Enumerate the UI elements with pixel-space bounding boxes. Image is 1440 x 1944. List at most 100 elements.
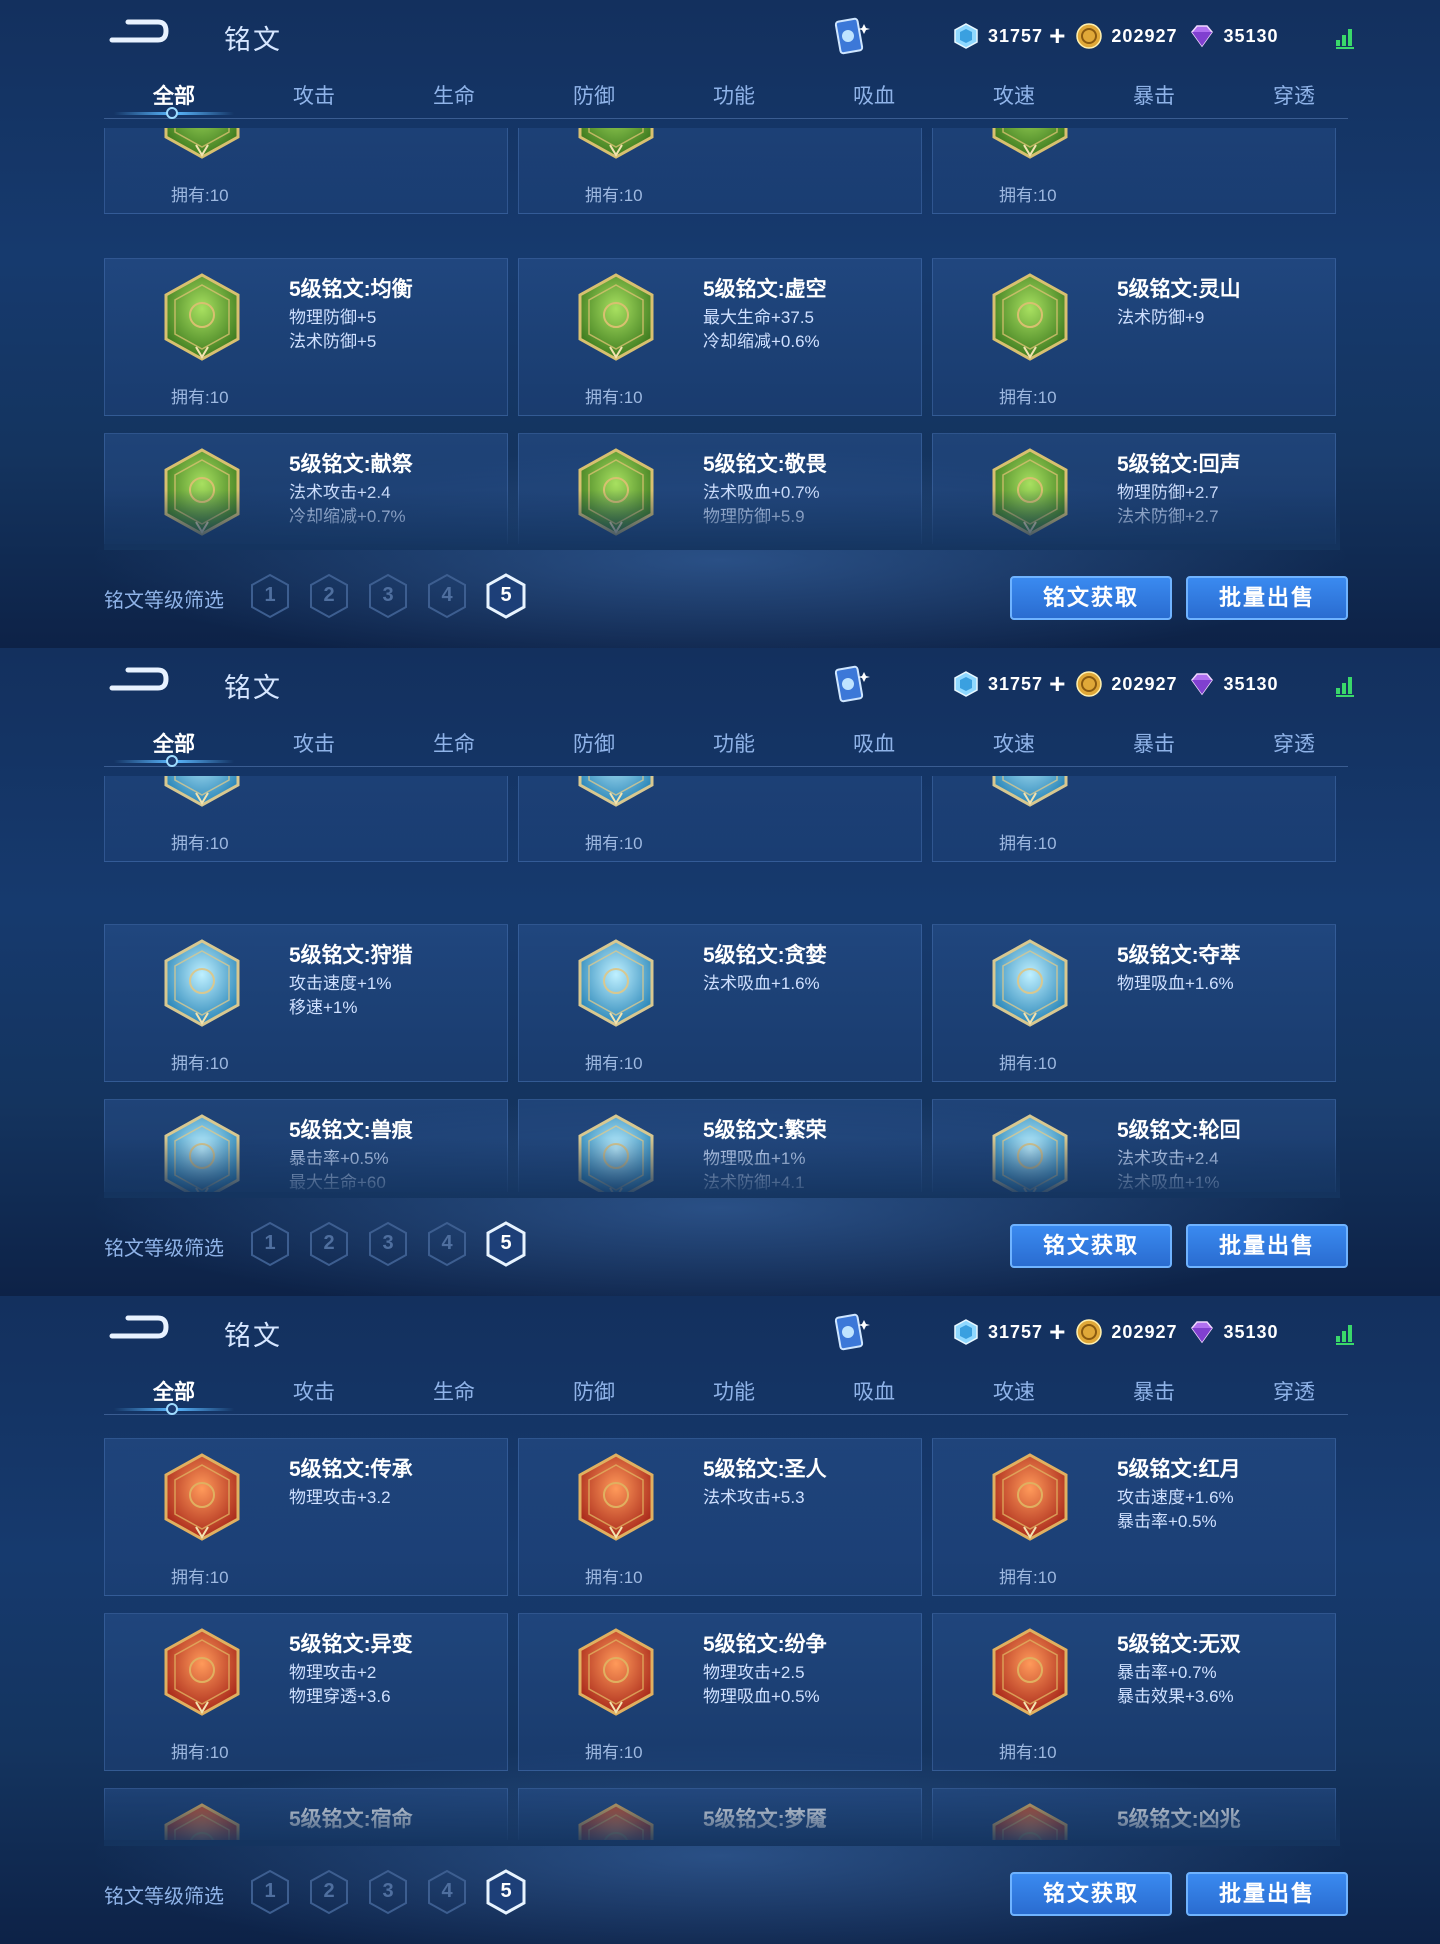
tab-3[interactable]: 生命 xyxy=(394,80,514,110)
tab-6[interactable]: 吸血 xyxy=(814,728,934,758)
tab-2[interactable]: 攻击 xyxy=(254,1376,374,1406)
rune-grid[interactable]: 攻击速度+0.6%法术穿透+6.4拥有:10冷却缩减+1%拥有:10物理防御+9… xyxy=(104,128,1340,544)
back-arrow-icon[interactable] xyxy=(104,664,170,698)
level-filter-4[interactable]: 4 xyxy=(425,572,469,620)
rune-name: 5级铭文:宿命 xyxy=(289,1808,413,1831)
tab-1[interactable]: 全部 xyxy=(114,80,234,110)
rune-card[interactable]: 5级铭文:凶兆 xyxy=(932,1788,1336,1840)
rune-card[interactable]: 5级铭文:狩猎 攻击速度+1% 移速+1% 拥有:10 xyxy=(104,924,508,1082)
rune-grid[interactable]: 拥有:10 拥有:10 拥有:10 5级铭文:狩猎 攻击速度+1% 移速+1% 拥有:10 5… xyxy=(104,776,1340,1192)
back-arrow-icon[interactable] xyxy=(104,1312,170,1346)
rune-stat: 法术防御+4.1 xyxy=(703,1173,805,1192)
rune-card[interactable]: 5级铭文:宿命 xyxy=(104,1788,508,1840)
tab-8[interactable]: 暴击 xyxy=(1094,80,1214,110)
tab-5[interactable]: 功能 xyxy=(674,80,794,110)
rune-card-icon[interactable] xyxy=(826,14,876,60)
rune-name: 5级铭文:异变 xyxy=(289,1633,413,1656)
active-tab-dot xyxy=(166,1403,178,1415)
currency-value: 202927 xyxy=(1111,673,1178,694)
signal-icon xyxy=(1336,1325,1354,1345)
level-filter-4[interactable]: 4 xyxy=(425,1868,469,1916)
rune-card[interactable]: 5级铭文:梦魇 xyxy=(518,1788,922,1840)
level-filter-5[interactable]: 5 xyxy=(484,1868,528,1916)
rune-card[interactable]: 5级铭文:异变 物理攻击+2 物理穿透+3.6 拥有:10 xyxy=(104,1613,508,1771)
rune-card[interactable]: 5级铭文:传承 物理攻击+3.2 拥有:10 xyxy=(104,1438,508,1596)
rune-card[interactable]: 5级铭文:轮回法术攻击+2.4法术吸血+1%拥有:3 xyxy=(932,1099,1336,1192)
tab-6[interactable]: 吸血 xyxy=(814,1376,934,1406)
rune-card[interactable]: 5级铭文:贪婪 法术吸血+1.6% 拥有:10 xyxy=(518,924,922,1082)
tab-9[interactable]: 穿透 xyxy=(1234,80,1354,110)
rune-card[interactable]: 5级铭文:敬畏 法术吸血+0.7% 物理防御+5.9 xyxy=(518,433,922,544)
rune-stat: 暴击率+0.5% xyxy=(289,1149,389,1168)
level-filter-5[interactable]: 5 xyxy=(484,572,528,620)
owned-count: 拥有:10 xyxy=(585,834,643,853)
rune-card-icon[interactable] xyxy=(826,662,876,708)
tab-4[interactable]: 防御 xyxy=(534,1376,654,1406)
tab-1[interactable]: 全部 xyxy=(114,728,234,758)
level-filter-2[interactable]: 2 xyxy=(307,572,351,620)
tab-6[interactable]: 吸血 xyxy=(814,80,934,110)
get-rune-button[interactable]: 铭文获取 xyxy=(1010,576,1172,620)
rune-card[interactable]: 5级铭文:夺萃 物理吸血+1.6% 拥有:10 xyxy=(932,924,1336,1082)
level-filter-3[interactable]: 3 xyxy=(366,572,410,620)
rune-card[interactable]: 5级铭文:均衡 物理防御+5 法术防御+5 拥有:10 xyxy=(104,258,508,416)
level-filter-1[interactable]: 1 xyxy=(248,572,292,620)
rune-card[interactable]: 5级铭文:无双 暴击率+0.7% 暴击效果+3.6% 拥有:10 xyxy=(932,1613,1336,1771)
rune-card[interactable]: 5级铭文:回声 物理防御+2.7 法术防御+2.7 xyxy=(932,433,1336,544)
tab-2[interactable]: 攻击 xyxy=(254,728,374,758)
level-filter-1[interactable]: 1 xyxy=(248,1868,292,1916)
level-filter-1[interactable]: 1 xyxy=(248,1220,292,1268)
level-filter-3[interactable]: 3 xyxy=(366,1868,410,1916)
rune-card-icon[interactable] xyxy=(826,1310,876,1356)
level-filter-5[interactable]: 5 xyxy=(484,1220,528,1268)
rune-card[interactable]: 5级铭文:兽痕暴击率+0.5%最大生命+60拥有:10 xyxy=(104,1099,508,1192)
rune-grid[interactable]: 5级铭文:传承 物理攻击+3.2 拥有:10 5级铭文:圣人 法术攻击+5.3 拥有:10… xyxy=(104,1424,1340,1840)
get-rune-button[interactable]: 铭文获取 xyxy=(1010,1224,1172,1268)
rune-card[interactable]: 物理防御+9拥有:10 xyxy=(932,128,1336,214)
tab-9[interactable]: 穿透 xyxy=(1234,728,1354,758)
tab-5[interactable]: 功能 xyxy=(674,728,794,758)
tab-5[interactable]: 功能 xyxy=(674,1376,794,1406)
rune-card[interactable]: 5级铭文:红月 攻击速度+1.6% 暴击率+0.5% 拥有:10 xyxy=(932,1438,1336,1596)
rune-card[interactable]: 拥有:10 xyxy=(518,776,922,862)
back-arrow-icon[interactable] xyxy=(104,16,170,50)
level-filter-4[interactable]: 4 xyxy=(425,1220,469,1268)
owned-count: 拥有:10 xyxy=(585,1568,643,1587)
level-filter-2[interactable]: 2 xyxy=(307,1868,351,1916)
rune-card[interactable]: 冷却缩减+1%拥有:10 xyxy=(518,128,922,214)
level-filter-3[interactable]: 3 xyxy=(366,1220,410,1268)
tab-3[interactable]: 生命 xyxy=(394,728,514,758)
bulk-sell-button[interactable]: 批量出售 xyxy=(1186,1224,1348,1268)
rune-card[interactable]: 5级铭文:圣人 法术攻击+5.3 拥有:10 xyxy=(518,1438,922,1596)
tab-9[interactable]: 穿透 xyxy=(1234,1376,1354,1406)
tab-8[interactable]: 暴击 xyxy=(1094,728,1214,758)
rune-name: 5级铭文:均衡 xyxy=(289,278,413,301)
rune-screen: 铭文31757+20292735130全部攻击生命防御功能吸血攻速暴击穿透攻击速… xyxy=(0,0,1440,648)
tab-7[interactable]: 攻速 xyxy=(954,1376,1074,1406)
tab-2[interactable]: 攻击 xyxy=(254,80,374,110)
rune-card[interactable]: 拥有:10 xyxy=(932,776,1336,862)
tab-1[interactable]: 全部 xyxy=(114,1376,234,1406)
rune-card[interactable]: 5级铭文:纷争 物理攻击+2.5 物理吸血+0.5% 拥有:10 xyxy=(518,1613,922,1771)
add-currency-button[interactable]: + xyxy=(1049,22,1065,50)
rune-card[interactable]: 拥有:10 xyxy=(104,776,508,862)
bulk-sell-button[interactable]: 批量出售 xyxy=(1186,576,1348,620)
rune-card[interactable]: 5级铭文:虚空 最大生命+37.5 冷却缩减+0.6% 拥有:10 xyxy=(518,258,922,416)
bulk-sell-button[interactable]: 批量出售 xyxy=(1186,1872,1348,1916)
tab-3[interactable]: 生命 xyxy=(394,1376,514,1406)
tab-4[interactable]: 防御 xyxy=(534,728,654,758)
get-rune-button[interactable]: 铭文获取 xyxy=(1010,1872,1172,1916)
add-currency-button[interactable]: + xyxy=(1049,670,1065,698)
level-filter-2[interactable]: 2 xyxy=(307,1220,351,1268)
rune-card[interactable]: 5级铭文:献祭 法术攻击+2.4 冷却缩减+0.7% xyxy=(104,433,508,544)
currency-value: 31757 xyxy=(988,673,1044,694)
rune-card[interactable]: 5级铭文:繁荣物理吸血+1%法术防御+4.1拥有:10 xyxy=(518,1099,922,1192)
tab-7[interactable]: 攻速 xyxy=(954,80,1074,110)
tab-8[interactable]: 暴击 xyxy=(1094,1376,1214,1406)
add-currency-button[interactable]: + xyxy=(1049,1318,1065,1346)
tab-7[interactable]: 攻速 xyxy=(954,728,1074,758)
tab-4[interactable]: 防御 xyxy=(534,80,654,110)
rune-card[interactable]: 攻击速度+0.6%法术穿透+6.4拥有:10 xyxy=(104,128,508,214)
rune-card[interactable]: 5级铭文:灵山 法术防御+9 拥有:10 xyxy=(932,258,1336,416)
rune-name: 5级铭文:传承 xyxy=(289,1458,413,1481)
